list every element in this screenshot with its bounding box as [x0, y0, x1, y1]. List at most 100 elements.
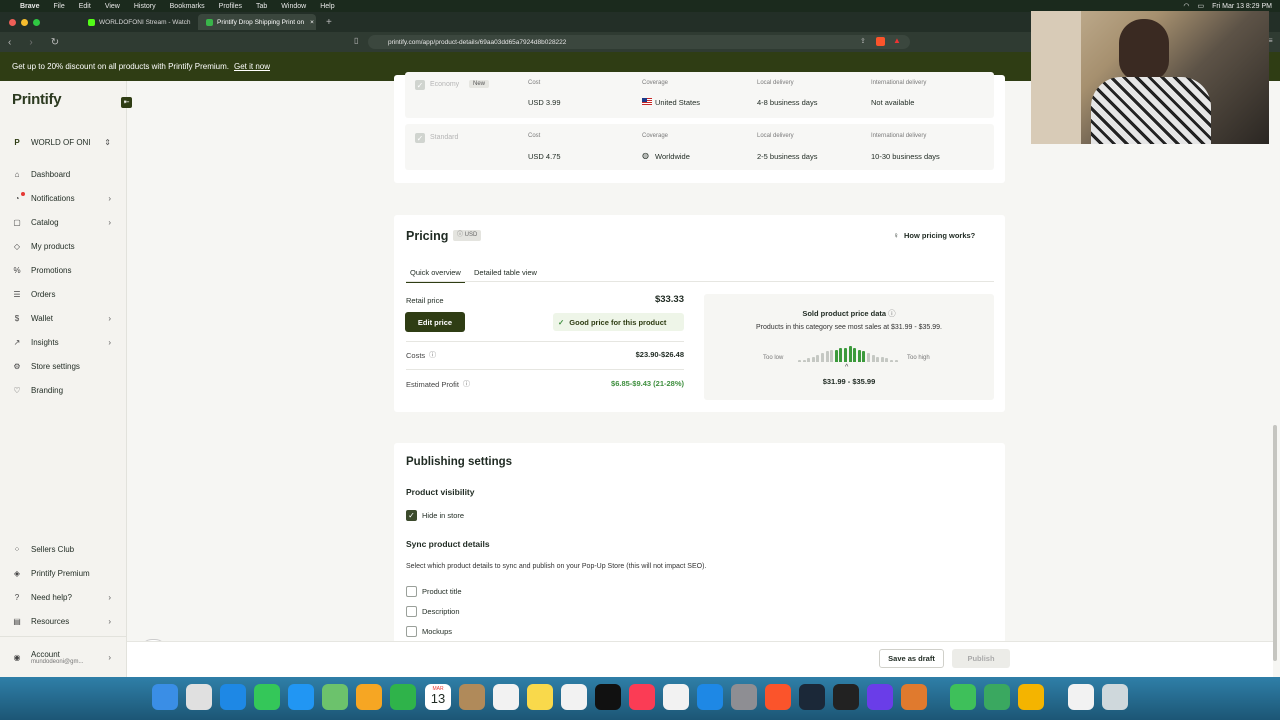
close-tab-icon[interactable]: ×: [310, 19, 314, 26]
steam-icon[interactable]: [799, 684, 825, 710]
save-as-draft-button[interactable]: Save as draft: [879, 649, 944, 668]
sidebar-item-promotions[interactable]: % Promotions: [12, 262, 117, 278]
freeform-icon[interactable]: [561, 684, 587, 710]
minimize-window-button[interactable]: [21, 18, 28, 26]
imovie-icon[interactable]: [867, 684, 893, 710]
book-icon: ▢: [13, 217, 21, 227]
edit-price-label: Edit price: [417, 317, 453, 327]
menu-file[interactable]: File: [53, 3, 64, 10]
brave-shields-icon[interactable]: [876, 37, 885, 46]
back-icon[interactable]: ‹: [8, 37, 11, 48]
appstore-icon[interactable]: [697, 684, 723, 710]
news-icon[interactable]: [663, 684, 689, 710]
info-icon[interactable]: ⓘ: [429, 350, 436, 360]
sidebar-item-notifications[interactable]: ◔ Notifications ›: [12, 190, 117, 206]
description-checkbox[interactable]: [406, 606, 417, 617]
store-switcher[interactable]: P WORLD OF ONI ⇕: [12, 134, 117, 150]
close-window-button[interactable]: [9, 18, 16, 26]
sidebar-item-insights[interactable]: ↗ Insights ›: [12, 334, 117, 350]
brave-icon[interactable]: [765, 684, 791, 710]
menu-view[interactable]: View: [105, 3, 120, 10]
estimated-profit-value: $6.85-$9.43 (21-28%): [611, 379, 684, 388]
music-icon[interactable]: [629, 684, 655, 710]
sidebar-item-dashboard[interactable]: ⌂ Dashboard: [12, 166, 117, 182]
share-icon[interactable]: ⇪: [860, 37, 866, 45]
finder-icon[interactable]: [152, 684, 178, 710]
how-pricing-works-link[interactable]: ♀ How pricing works?: [893, 231, 975, 240]
mail-icon[interactable]: [288, 684, 314, 710]
menu-window[interactable]: Window: [281, 3, 306, 10]
printify-logo[interactable]: Printify: [12, 91, 62, 108]
sidebar-item-need-help[interactable]: ? Need help? ›: [12, 589, 117, 605]
menu-history[interactable]: History: [134, 3, 156, 10]
account-menu[interactable]: ◉ Account mundodeoni@gm... ›: [12, 646, 117, 668]
url-bar[interactable]: printify.com/app/product-details/69aa03d…: [368, 35, 910, 49]
sidebar-item-my-products[interactable]: ◇ My products: [12, 238, 117, 254]
forward-icon[interactable]: ›: [29, 37, 32, 48]
menu-bookmarks[interactable]: Bookmarks: [170, 3, 205, 10]
standard-checkbox[interactable]: ✓: [415, 133, 425, 143]
sidebar-item-printify-premium[interactable]: ◈ Printify Premium: [12, 565, 117, 581]
menu-edit[interactable]: Edit: [79, 3, 91, 10]
reminders-icon[interactable]: [493, 684, 519, 710]
sidebar-item-wallet[interactable]: $ Wallet ›: [12, 310, 117, 326]
photos-icon[interactable]: [356, 684, 382, 710]
launchpad-icon[interactable]: [186, 684, 212, 710]
histogram-bar: [885, 358, 889, 362]
finder2-icon[interactable]: [984, 684, 1010, 710]
garageband-icon[interactable]: [901, 684, 927, 710]
sync-details-description: Select which product details to sync and…: [406, 563, 707, 570]
trash-icon[interactable]: [1102, 684, 1128, 710]
hide-in-store-checkbox[interactable]: ✓: [406, 510, 417, 521]
currency-badge: ⓘ USD: [453, 230, 482, 241]
info-icon[interactable]: ⓘ: [463, 379, 470, 389]
histogram-bar: [821, 353, 824, 362]
new-tab-button[interactable]: +: [326, 17, 332, 28]
info-icon[interactable]: ⓘ: [888, 309, 896, 318]
sidebar-item-store-settings[interactable]: ⚙ Store settings: [12, 358, 117, 374]
appletv-icon[interactable]: [595, 684, 621, 710]
product-title-checkbox[interactable]: [406, 586, 417, 597]
tab-detailed-table-view[interactable]: Detailed table view: [474, 267, 537, 278]
wifi-icon[interactable]: ◠: [1183, 2, 1189, 10]
calendar-dock-icon[interactable]: MAR 13: [425, 684, 451, 710]
facetime-icon[interactable]: [390, 684, 416, 710]
brave-rewards-icon[interactable]: ▲: [893, 36, 901, 45]
sidebar-item-sellers-club[interactable]: ⁘ Sellers Club: [12, 541, 117, 557]
sidebar-item-label: My products: [31, 241, 75, 251]
promo-get-it-now-link[interactable]: Get it now: [234, 62, 270, 71]
safari-icon[interactable]: [220, 684, 246, 710]
menu-tab[interactable]: Tab: [256, 3, 267, 10]
maps-icon[interactable]: [322, 684, 348, 710]
reload-icon[interactable]: ↻: [51, 37, 59, 48]
sidebar-item-orders[interactable]: ☰ Orders: [12, 286, 117, 302]
system-settings-icon[interactable]: [731, 684, 757, 710]
resources-icon: ▤: [13, 616, 21, 626]
contacts-icon[interactable]: [459, 684, 485, 710]
menu-brave[interactable]: Brave: [20, 3, 39, 10]
bookmark-icon[interactable]: ▯: [354, 36, 358, 45]
publish-button[interactable]: Publish: [952, 649, 1010, 668]
menu-profiles[interactable]: Profiles: [219, 3, 242, 10]
page-scrollbar[interactable]: [1273, 425, 1277, 661]
edit-price-button[interactable]: Edit price: [405, 312, 465, 332]
messages-icon[interactable]: [254, 684, 280, 710]
tab-quick-overview[interactable]: Quick overview: [406, 267, 465, 283]
file-icon[interactable]: [1068, 684, 1094, 710]
economy-checkbox[interactable]: ✓: [415, 80, 425, 90]
menubar-clock[interactable]: Fri Mar 13 8:29 PM: [1212, 3, 1272, 10]
obs-icon[interactable]: [833, 684, 859, 710]
game-icon[interactable]: [1018, 684, 1044, 710]
mockups-checkbox[interactable]: [406, 626, 417, 637]
sidebar-item-branding[interactable]: ♡ Branding: [12, 382, 117, 398]
maximize-window-button[interactable]: [33, 18, 40, 26]
sidebar-item-resources[interactable]: ▤ Resources ›: [12, 613, 117, 629]
tab-worldofoni-stream[interactable]: WORLDOFONI Stream - Watch: [80, 14, 198, 30]
icloud-icon[interactable]: [950, 684, 976, 710]
sidebar-item-catalog[interactable]: ▢ Catalog ›: [12, 214, 117, 230]
notes-icon[interactable]: [527, 684, 553, 710]
menu-help[interactable]: Help: [320, 3, 334, 10]
collapse-sidebar-button[interactable]: ⇤: [121, 97, 132, 108]
tab-printify[interactable]: Printify Drop Shipping Print on ×: [198, 14, 316, 30]
battery-icon[interactable]: ▭: [1197, 2, 1204, 10]
